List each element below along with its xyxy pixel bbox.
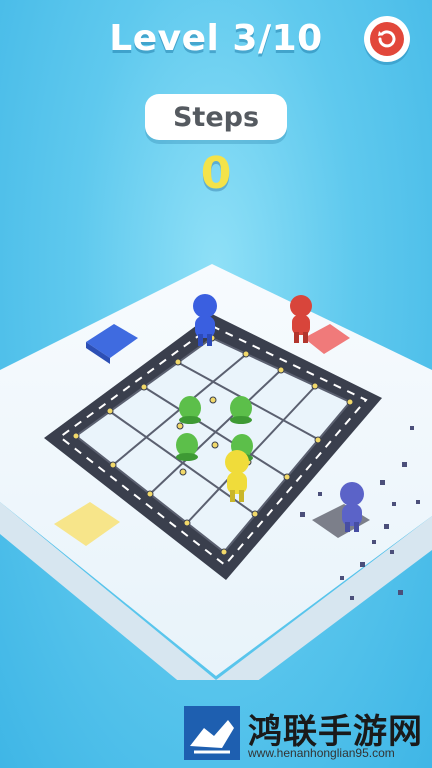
steps-label: Steps	[145, 94, 287, 140]
watermark: 鸿联手游网 www.henanhonglian95.com	[0, 700, 432, 768]
game-board[interactable]	[0, 240, 432, 680]
steps-count: 0	[200, 148, 232, 199]
restart-icon	[370, 22, 404, 56]
watermark-url: www.henanhonglian95.com	[248, 746, 395, 760]
watermark-logo-icon	[184, 706, 240, 760]
restart-button[interactable]	[364, 16, 410, 62]
